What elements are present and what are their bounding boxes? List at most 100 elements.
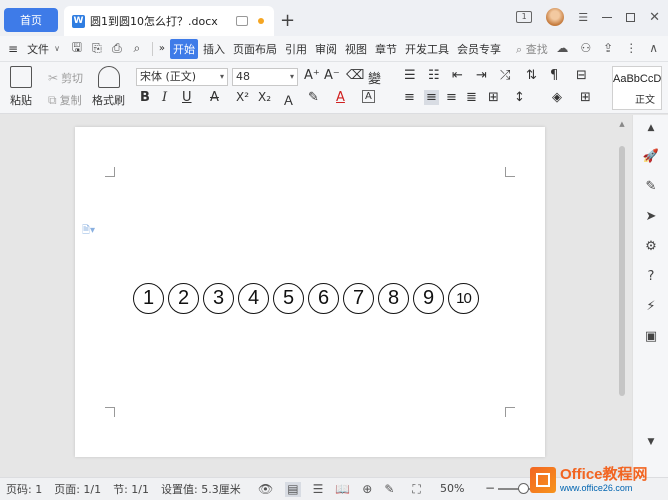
scissors-icon: ✂ [48,71,59,85]
align-left-icon[interactable]: ≡ [404,90,415,105]
line-spacing-icon[interactable]: ↕ [514,90,525,105]
more-chevron-icon[interactable]: » [159,43,165,54]
zoom-slider-handle[interactable] [518,483,529,494]
style-gallery-normal[interactable]: AaBbCcD 正文 [612,66,662,110]
grow-font-icon[interactable]: A⁺ [304,68,320,83]
align-right-icon[interactable]: ≡ [446,90,457,105]
share-link-icon[interactable]: ⚡ [642,297,660,315]
tab-member[interactable]: 会员专享 [454,39,504,59]
share-user-icon[interactable]: ⚇ [580,41,591,55]
highlight-icon[interactable]: ✎ [308,90,319,105]
collapse-panel-icon[interactable]: ▲ [642,119,660,137]
page-number-status[interactable]: 页码: 1 [6,481,42,497]
font-name-select[interactable]: 宋体 (正文) ▾ [136,68,228,86]
borders-icon[interactable]: ⊞ [580,90,591,105]
scrollbar-thumb[interactable] [619,146,625,396]
file-menu[interactable]: 文件 [24,39,52,59]
circled-numbers-line[interactable]: 1 2 3 4 5 6 7 8 9 10 [133,283,479,314]
document-tab[interactable]: W 圆1到圆10怎么打？.docx [64,6,274,36]
format-brush-icon[interactable]: ⊟ [576,68,587,83]
cloud-sync-icon[interactable]: ☁ [556,41,568,55]
page-view-icon[interactable]: ▤ [285,482,301,497]
pages-status[interactable]: 页面: 1/1 [54,481,101,497]
pen-edit-icon[interactable]: ✎ [642,177,660,195]
image-tools-icon[interactable]: ▣ [642,327,660,345]
section-status[interactable]: 节: 1/1 [113,481,149,497]
justify-icon[interactable]: ≣ [466,90,477,105]
web-view-icon[interactable]: ⊕ [362,482,372,497]
paste-button[interactable]: 粘贴 [10,66,32,108]
outline-view-icon[interactable]: ☰ [313,482,324,497]
tab-window-icon[interactable] [236,16,248,26]
fit-page-icon[interactable]: ⛶ [412,482,420,497]
chinese-layout-icon[interactable]: ⤮ [500,68,510,83]
sort-icon[interactable]: ⇅ [526,68,537,83]
help-icon[interactable]: ? [642,267,660,285]
tab-view[interactable]: 视图 [342,39,370,59]
avatar[interactable] [546,8,565,26]
tab-developer[interactable]: 开发工具 [402,39,452,59]
scroll-up-icon[interactable]: ▲ [618,120,626,128]
increase-indent-icon[interactable]: ⇥ [476,68,487,83]
window-count-icon[interactable]: 1 [516,11,533,23]
shrink-font-icon[interactable]: A⁻ [324,68,340,83]
setting-value-status[interactable]: 设置值: 5.3厘米 [161,481,241,497]
tab-page-layout[interactable]: 页面布局 [230,39,280,59]
menu-grid-icon[interactable]: ☰ [578,11,588,24]
rocket-icon[interactable]: 🚀 [642,147,660,165]
select-cursor-icon[interactable]: ➤ [642,207,660,225]
tab-sections[interactable]: 章节 [372,39,400,59]
export-pdf-icon[interactable]: ⎘ [88,40,106,58]
subscript-button[interactable]: X₂ [258,90,271,104]
decrease-indent-icon[interactable]: ⇤ [452,68,463,83]
eye-protection-icon[interactable]: 👁 [258,482,273,497]
tab-references[interactable]: 引用 [282,39,310,59]
bold-button[interactable]: B [140,90,150,105]
show-marks-icon[interactable]: ¶ [550,68,558,83]
document-page[interactable]: 🗎▾ 1 2 3 4 5 6 7 8 9 10 [75,127,545,457]
collapse-ribbon-icon[interactable]: ∧ [649,41,658,55]
zoom-out-icon[interactable]: − [485,481,495,495]
vertical-scrollbar[interactable]: ▲ [618,120,626,470]
home-tab[interactable]: 首页 [4,8,58,32]
tab-review[interactable]: 审阅 [312,39,340,59]
adjust-settings-icon[interactable]: ⚙ [642,237,660,255]
chevron-down-icon[interactable]: ∨ [54,44,60,53]
align-center-icon[interactable]: ≡ [424,90,439,105]
cut-button[interactable]: ✂ 剪切 [48,70,83,86]
superscript-button[interactable]: X² [236,90,249,104]
underline-button[interactable]: U [182,90,192,105]
numbered-list-icon[interactable]: ☷ [428,68,440,83]
shading-icon[interactable]: ◈ [552,90,562,105]
tab-insert[interactable]: 插入 [200,39,228,59]
phonetic-guide-icon[interactable]: 變 [368,68,381,87]
distribute-icon[interactable]: ⊞ [488,90,499,105]
share-icon[interactable]: ⇪ [603,41,613,55]
text-effect-icon[interactable]: Ａ [282,90,295,109]
paragraph-layout-icon[interactable]: 🗎▾ [82,223,95,240]
close-icon[interactable]: ✕ [649,10,660,25]
italic-button[interactable]: I [162,90,167,105]
more-options-icon[interactable]: ⋮ [625,41,637,55]
char-border-icon[interactable]: A [362,90,375,103]
font-color-icon[interactable]: A [336,90,345,105]
font-size-select[interactable]: 48 ▾ [232,68,298,86]
tab-home[interactable]: 开始 [170,38,199,59]
write-mode-icon[interactable]: ✎ [384,482,394,497]
search-button[interactable]: ⌕ 查找 [516,41,548,57]
bullet-list-icon[interactable]: ☰ [404,68,416,83]
save-icon[interactable]: 🖫 [68,40,86,58]
reading-view-icon[interactable]: 📖 [335,482,350,497]
clear-format-icon[interactable]: ⌫ [346,68,364,83]
format-painter-button[interactable]: 格式刷 [92,66,125,108]
new-tab-button[interactable]: + [280,10,295,31]
zoom-level[interactable]: 50% [440,482,464,495]
minimize-icon[interactable] [602,16,613,18]
copy-button[interactable]: ⧉ 复制 [48,92,82,108]
scroll-down-icon[interactable]: ▼ [642,433,660,451]
print-preview-icon[interactable]: ⌕ [128,40,146,58]
maximize-icon[interactable] [626,12,636,22]
strikethrough-button[interactable]: A [210,90,219,105]
print-icon[interactable]: ⎙ [108,40,126,58]
hamburger-menu-icon[interactable]: ≡ [8,42,18,56]
